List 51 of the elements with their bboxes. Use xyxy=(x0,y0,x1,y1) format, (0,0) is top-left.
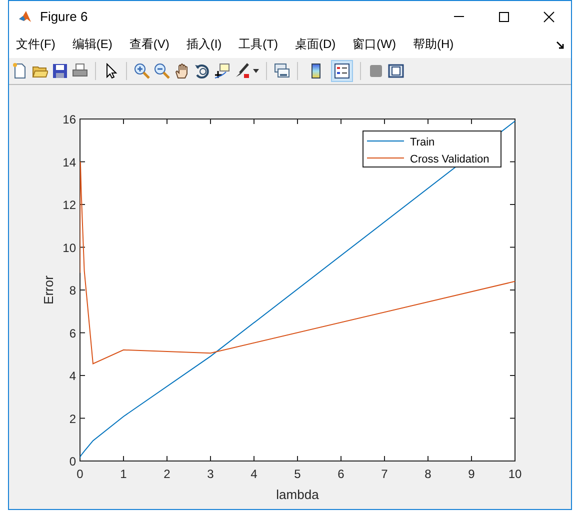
rotate-icon[interactable] xyxy=(194,63,210,79)
menu-item[interactable]: 桌面(D) xyxy=(294,36,336,53)
x-axis-label: lambda xyxy=(276,487,319,502)
legend-label: Train xyxy=(410,136,435,148)
dock-arrow-icon[interactable] xyxy=(556,40,564,48)
x-tick-label: 8 xyxy=(424,467,432,481)
zoom-out-icon[interactable] xyxy=(154,63,170,79)
data-cursor-icon[interactable] xyxy=(214,63,230,79)
y-tick-label: 4 xyxy=(69,369,76,383)
y-tick-label: 0 xyxy=(69,454,76,468)
app-logo-icon xyxy=(18,10,32,24)
save-icon[interactable] xyxy=(52,63,68,79)
menu-item[interactable]: 查看(V) xyxy=(129,36,170,53)
x-tick-label: 3 xyxy=(207,467,214,481)
new-file-icon[interactable] xyxy=(12,63,28,79)
y-tick-label: 10 xyxy=(62,240,76,255)
y-tick-label: 16 xyxy=(62,112,76,126)
legend-label: Cross Validation xyxy=(410,154,490,166)
x-tick-label: 1 xyxy=(120,467,127,481)
menu-item[interactable]: 工具(T) xyxy=(238,36,278,53)
x-tick-label: 7 xyxy=(381,467,388,481)
window-title: Figure 6 xyxy=(40,9,88,24)
panel-icon[interactable] xyxy=(388,63,404,79)
zoom-in-icon[interactable] xyxy=(134,63,150,79)
legend-icon xyxy=(334,63,350,79)
minimize-icon xyxy=(454,16,464,17)
x-tick-label: 2 xyxy=(164,467,170,481)
y-tick-label: 8 xyxy=(69,284,76,298)
legend-toggle[interactable] xyxy=(331,60,353,82)
y-tick-label: 14 xyxy=(62,155,76,170)
menu-item[interactable]: 窗口(W) xyxy=(352,36,396,53)
linked-plots-icon[interactable] xyxy=(274,63,290,79)
caret-icon[interactable] xyxy=(253,69,259,73)
x-tick-label: 0 xyxy=(76,467,84,481)
x-tick-label: 5 xyxy=(294,467,301,481)
y-axis-label: Error xyxy=(41,276,56,304)
close-icon xyxy=(542,10,554,22)
y-tick-label: 6 xyxy=(69,326,76,340)
menu-item[interactable]: 编辑(E) xyxy=(72,36,112,53)
x-tick-label: 9 xyxy=(468,467,475,481)
maximize-icon xyxy=(498,10,510,22)
y-tick-label: 12 xyxy=(62,198,76,212)
hand-icon[interactable] xyxy=(174,63,190,79)
menu-item[interactable]: 帮助(H) xyxy=(412,36,454,53)
menu-item[interactable]: 插入(I) xyxy=(186,36,222,53)
x-tick-label: 6 xyxy=(338,467,344,481)
menu-item[interactable]: 文件(F) xyxy=(16,36,56,53)
x-tick-label: 10 xyxy=(508,467,522,481)
y-tick-label: 2 xyxy=(69,412,76,426)
print-icon[interactable] xyxy=(72,63,88,79)
x-tick-label: 4 xyxy=(250,467,258,481)
